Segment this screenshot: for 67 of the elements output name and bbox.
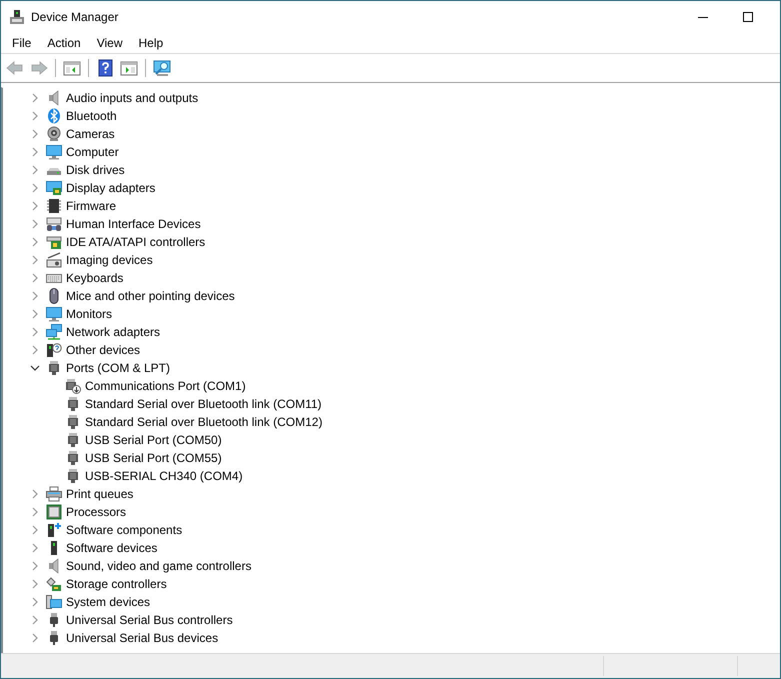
window-pane-icon (120, 59, 138, 77)
forward-arrow-icon (30, 59, 48, 77)
software-component-icon (46, 522, 62, 538)
unknown-device-icon (46, 342, 62, 358)
tree-item[interactable]: Processors (65, 505, 128, 519)
serial-port-icon (65, 432, 81, 448)
help-icon (96, 59, 114, 77)
serial-port-icon (65, 378, 81, 394)
serial-port-icon (65, 414, 81, 430)
tree-item[interactable]: Computer (65, 145, 120, 159)
tree-item[interactable]: Standard Serial over Bluetooth link (COM12) (84, 415, 324, 429)
tree-item[interactable]: Human Interface Devices (65, 217, 202, 231)
tree-item[interactable]: Universal Serial Bus devices (65, 631, 220, 645)
tree-item[interactable]: Display adapters (65, 181, 156, 195)
webcam-icon (46, 126, 62, 142)
monitor-card-icon (46, 180, 62, 196)
tree-item[interactable]: USB Serial Port (COM55) (84, 451, 223, 465)
tree-item[interactable]: Universal Serial Bus controllers (65, 613, 234, 627)
controller-card-icon (46, 234, 62, 250)
tree-item[interactable]: Sound, video and game controllers (65, 559, 252, 573)
computer-icon (46, 594, 62, 610)
keyboard-mouse-icon (46, 216, 62, 232)
bluetooth-icon (46, 108, 62, 124)
tree-item[interactable]: Other devices (65, 343, 142, 357)
network-icon (46, 324, 62, 340)
tree-item[interactable]: USB Serial Port (COM50) (84, 433, 223, 447)
maximize-icon (742, 12, 752, 22)
tree-item[interactable]: Audio inputs and outputs (65, 91, 200, 105)
tree-item[interactable]: Standard Serial over Bluetooth link (COM11) (84, 397, 323, 411)
device-icon (9, 8, 25, 24)
back-arrow-icon (6, 59, 24, 77)
tree-item[interactable]: Print queues (65, 487, 134, 501)
tree-item[interactable]: Mice and other pointing devices (65, 289, 236, 303)
tree-item[interactable]: Communications Port (COM1) (84, 379, 247, 393)
chip-icon (46, 198, 62, 214)
serial-port-icon (65, 450, 81, 466)
tree-item[interactable]: Imaging devices (65, 253, 154, 267)
tree-item[interactable]: Disk drives (65, 163, 126, 177)
monitor-icon (46, 306, 62, 322)
tree-item[interactable]: Monitors (65, 307, 114, 321)
tree-item[interactable]: Ports (COM & LPT) (65, 361, 172, 375)
menu-item[interactable]: Help (130, 36, 172, 50)
monitor-icon (46, 144, 62, 160)
tree-item[interactable]: Software components (65, 523, 184, 537)
tree-item[interactable]: USB-SERIAL CH340 (COM4) (84, 469, 244, 483)
printer-icon (46, 486, 62, 502)
serial-port-icon (65, 468, 81, 484)
window-title: Device Manager (31, 10, 118, 24)
menu-item[interactable]: Action (39, 36, 89, 50)
processor-icon (46, 504, 62, 520)
menu-item[interactable]: View (88, 36, 130, 50)
scanner-icon (46, 252, 62, 268)
serial-port-icon (46, 360, 62, 376)
tree-item[interactable]: Network adapters (65, 325, 162, 339)
tree-item[interactable]: Cameras (65, 127, 116, 141)
monitor-magnifier-icon (153, 59, 171, 77)
tree-item[interactable]: Software devices (65, 541, 158, 555)
tree-item[interactable]: System devices (65, 595, 152, 609)
tree-item[interactable]: Keyboards (65, 271, 124, 285)
serial-port-icon (65, 396, 81, 412)
storage-controller-icon (46, 576, 62, 592)
menu-item[interactable]: File (4, 36, 40, 50)
tree-item[interactable]: Storage controllers (65, 577, 168, 591)
tree-item[interactable]: Bluetooth (65, 109, 118, 123)
tree-item[interactable]: IDE ATA/ATAPI controllers (65, 235, 206, 249)
window-pane-icon (63, 59, 81, 77)
tree-item[interactable]: Firmware (65, 199, 117, 213)
